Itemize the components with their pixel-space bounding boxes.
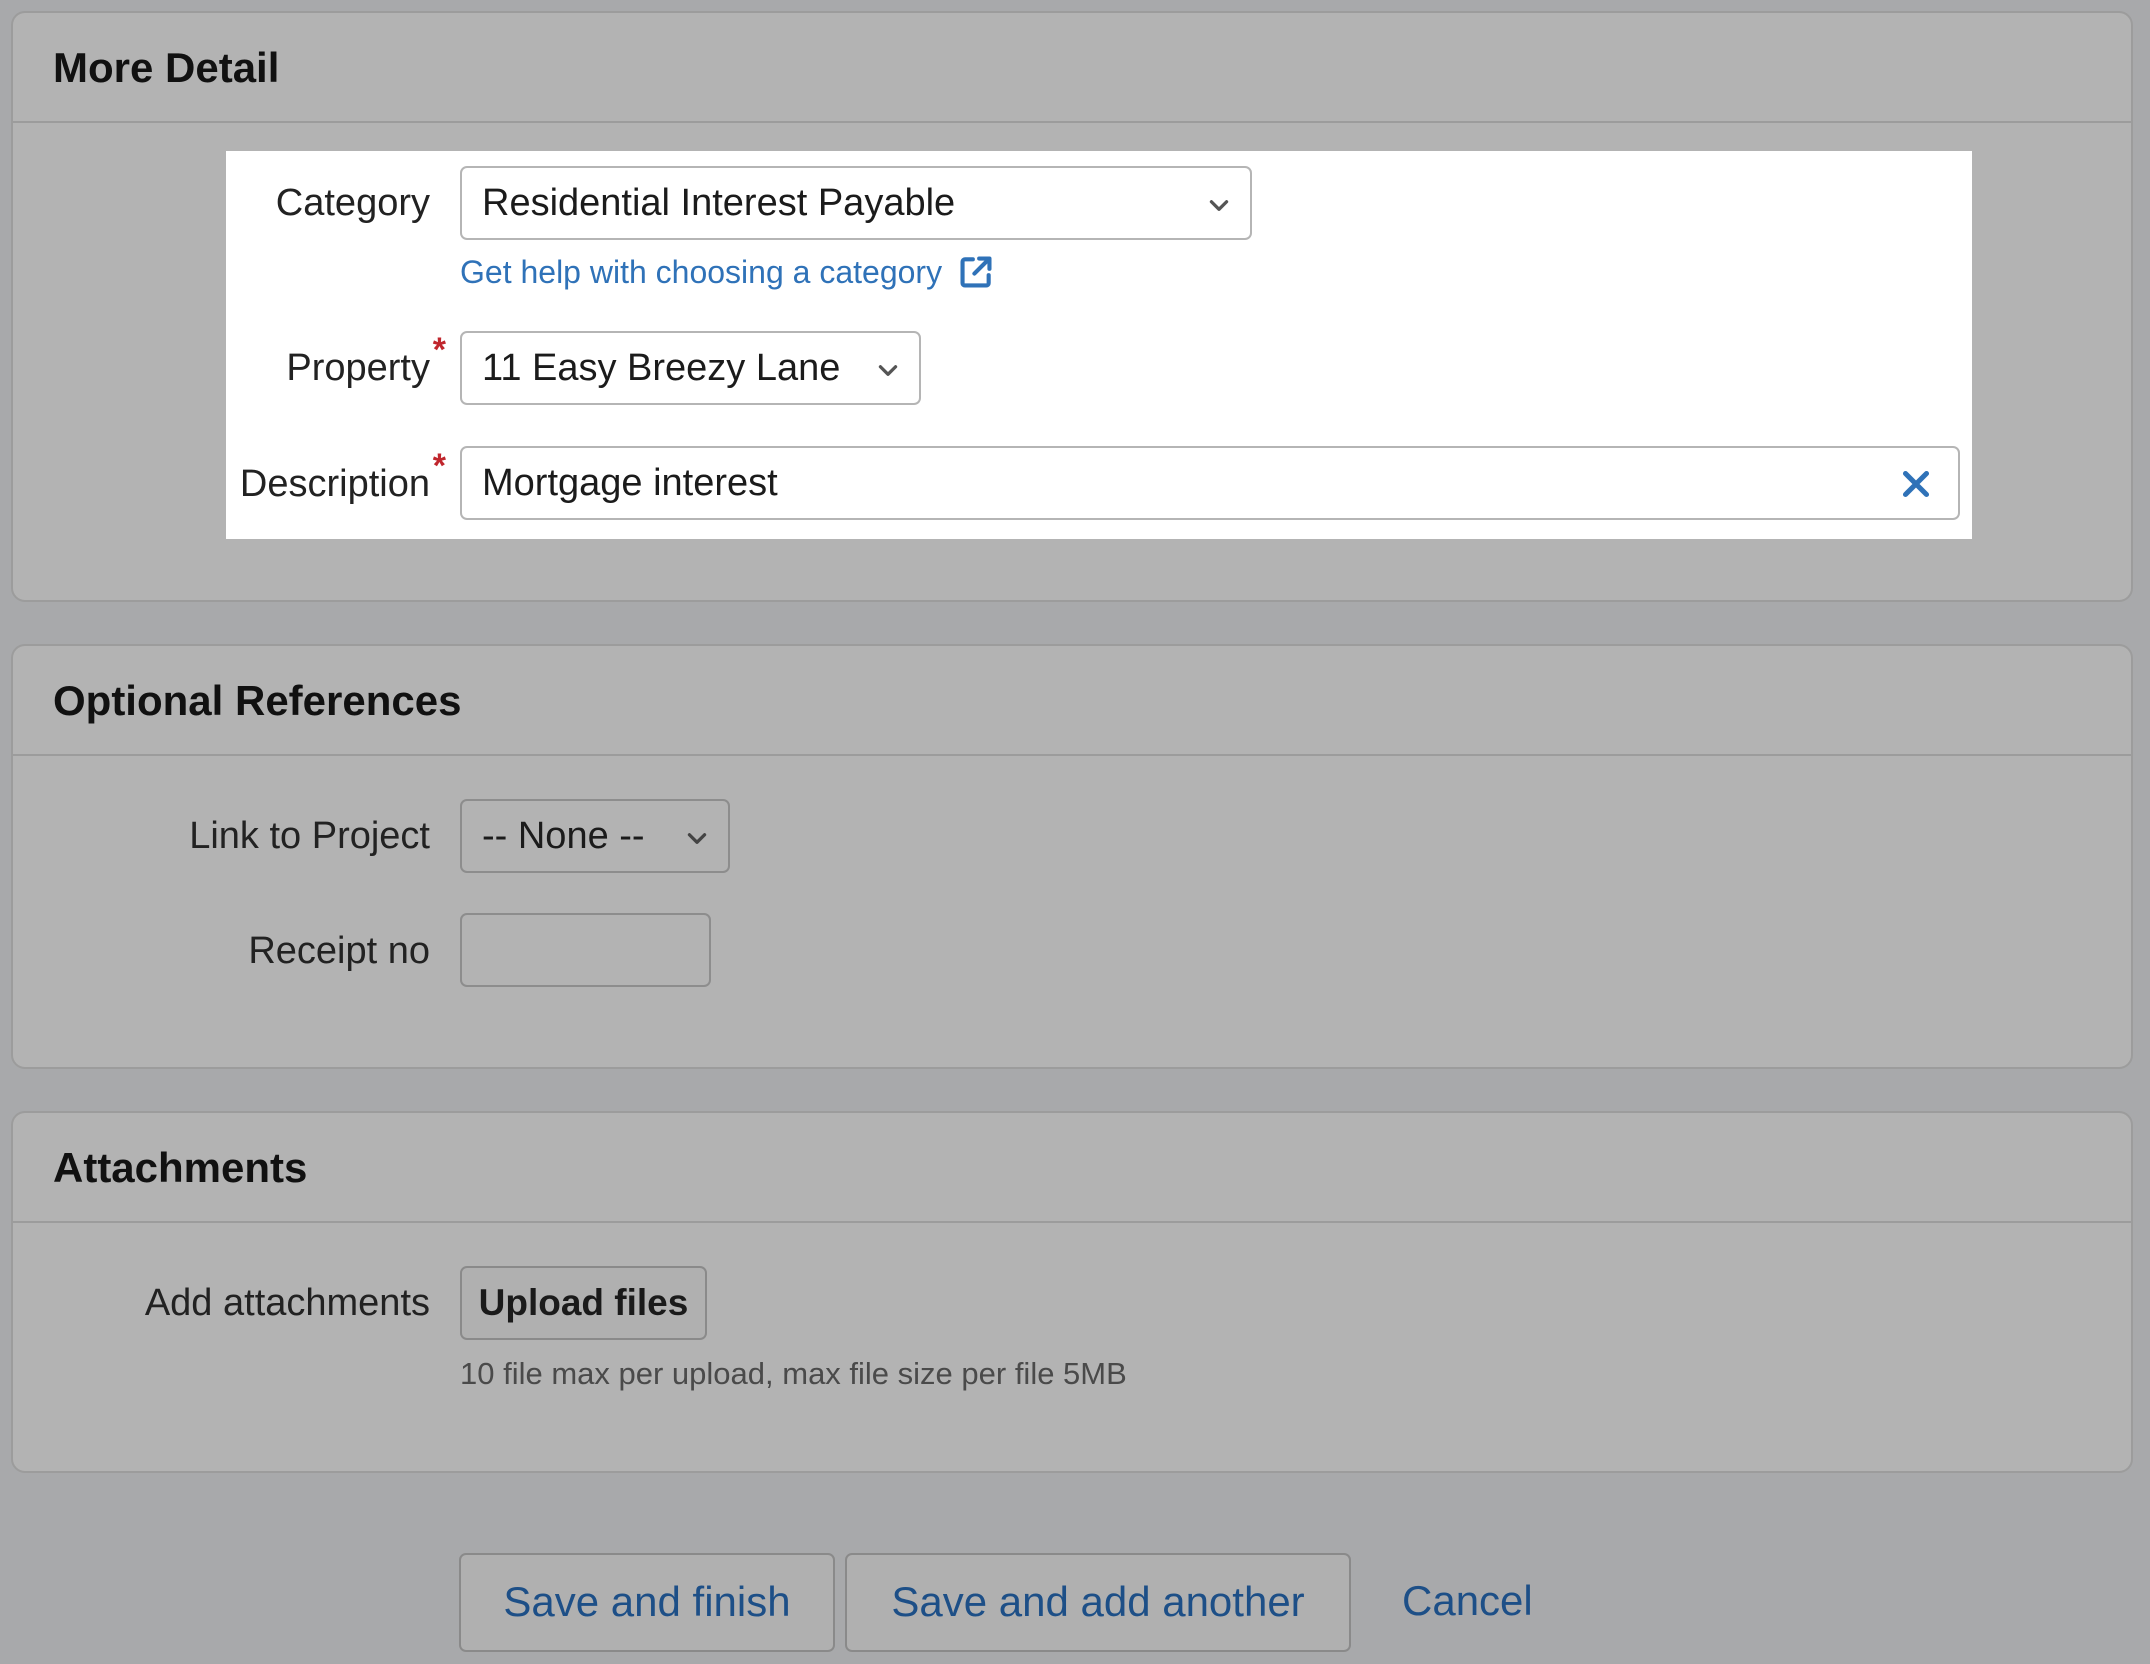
category-select-value: Residential Interest Payable — [482, 182, 956, 224]
chevron-down-icon — [687, 833, 707, 844]
category-help-link-text: Get help with choosing a category — [460, 254, 943, 290]
category-select[interactable]: Residential Interest Payable — [460, 166, 1252, 240]
required-marker: * — [432, 447, 446, 485]
chevron-down-icon — [878, 365, 898, 376]
optional-references-header: Optional References — [13, 646, 2131, 756]
external-link-icon — [960, 256, 992, 288]
description-input[interactable]: Mortgage interest — [460, 446, 1960, 520]
property-select-value: 11 Easy Breezy Lane — [482, 347, 841, 389]
more-detail-title: More Detail — [53, 44, 280, 91]
upload-hint: 10 file max per upload, max file size pe… — [460, 1356, 1127, 1391]
add-attachments-label-wrap: Add attachments — [10, 1278, 430, 1338]
property-label-wrap: Property * — [10, 331, 446, 403]
property-label: Property — [286, 347, 430, 389]
category-label: Category — [275, 182, 430, 224]
upload-files-button[interactable]: Upload files — [460, 1266, 707, 1340]
link-to-project-select[interactable]: -- None -- — [460, 799, 730, 873]
receipt-no-label: Receipt no — [248, 930, 430, 972]
close-icon[interactable] — [1898, 466, 1934, 502]
description-input-value: Mortgage interest — [482, 462, 778, 504]
save-and-finish-button[interactable]: Save and finish — [459, 1553, 835, 1652]
save-and-add-another-button[interactable]: Save and add another — [845, 1553, 1351, 1652]
receipt-no-input[interactable] — [460, 913, 711, 987]
required-marker: * — [432, 331, 446, 369]
description-label: Description — [239, 463, 430, 505]
description-label-wrap: Description * — [10, 447, 446, 519]
receipt-no-label-wrap: Receipt no — [10, 926, 430, 986]
attachments-header: Attachments — [13, 1113, 2131, 1223]
link-to-project-value: -- None -- — [482, 815, 645, 857]
category-help-link[interactable]: Get help with choosing a category — [460, 253, 995, 291]
chevron-down-icon — [1209, 200, 1229, 211]
attachments-title: Attachments — [53, 1144, 308, 1191]
add-attachments-label: Add attachments — [144, 1282, 430, 1324]
link-to-project-label-wrap: Link to Project — [10, 811, 430, 871]
property-select[interactable]: 11 Easy Breezy Lane — [460, 331, 921, 405]
optional-references-title: Optional References — [53, 677, 462, 724]
category-label-wrap: Category — [10, 178, 430, 238]
more-detail-header: More Detail — [13, 13, 2131, 123]
cancel-link[interactable]: Cancel — [1402, 1577, 1533, 1625]
link-to-project-label: Link to Project — [189, 815, 430, 857]
